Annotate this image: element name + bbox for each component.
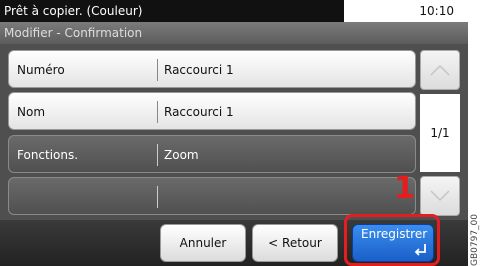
status-message: Prêt à copier. (Couleur) xyxy=(0,0,344,22)
status-time: 10:10 xyxy=(419,4,454,18)
row-label: Numéro xyxy=(17,63,65,77)
scroll-down-button[interactable] xyxy=(420,176,460,216)
figure-code: GB0797_00 xyxy=(470,213,480,266)
row-value: Zoom xyxy=(164,148,199,162)
screen-title: Modifier - Confirmation xyxy=(0,22,468,44)
chevron-up-icon xyxy=(430,64,450,76)
chevron-down-icon xyxy=(430,190,450,202)
row-label: Fonctions. xyxy=(17,148,79,162)
cancel-button[interactable]: Annuler xyxy=(160,224,246,262)
row-label: Nom xyxy=(17,105,46,119)
row-value: Raccourci 1 xyxy=(164,105,234,119)
list-row-numero[interactable]: Numéro Raccourci 1 xyxy=(8,50,416,88)
row-divider xyxy=(157,59,158,81)
callout-step-number: 1 xyxy=(394,171,415,206)
status-bar: Prêt à copier. (Couleur) 10:10 xyxy=(0,0,468,22)
scroll-controls: 1/1 xyxy=(420,50,460,216)
callout-highlight-frame xyxy=(344,214,440,266)
list-row-fonctions[interactable]: Fonctions. Zoom xyxy=(8,135,416,173)
row-divider xyxy=(157,186,158,208)
list-row-nom[interactable]: Nom Raccourci 1 xyxy=(8,92,416,130)
back-button[interactable]: < Retour xyxy=(252,224,338,262)
page-indicator: 1/1 xyxy=(420,94,460,172)
row-divider xyxy=(157,101,158,123)
scroll-up-button[interactable] xyxy=(420,50,460,90)
row-divider xyxy=(157,144,158,166)
list-row-empty xyxy=(8,177,416,215)
row-value: Raccourci 1 xyxy=(164,63,234,77)
